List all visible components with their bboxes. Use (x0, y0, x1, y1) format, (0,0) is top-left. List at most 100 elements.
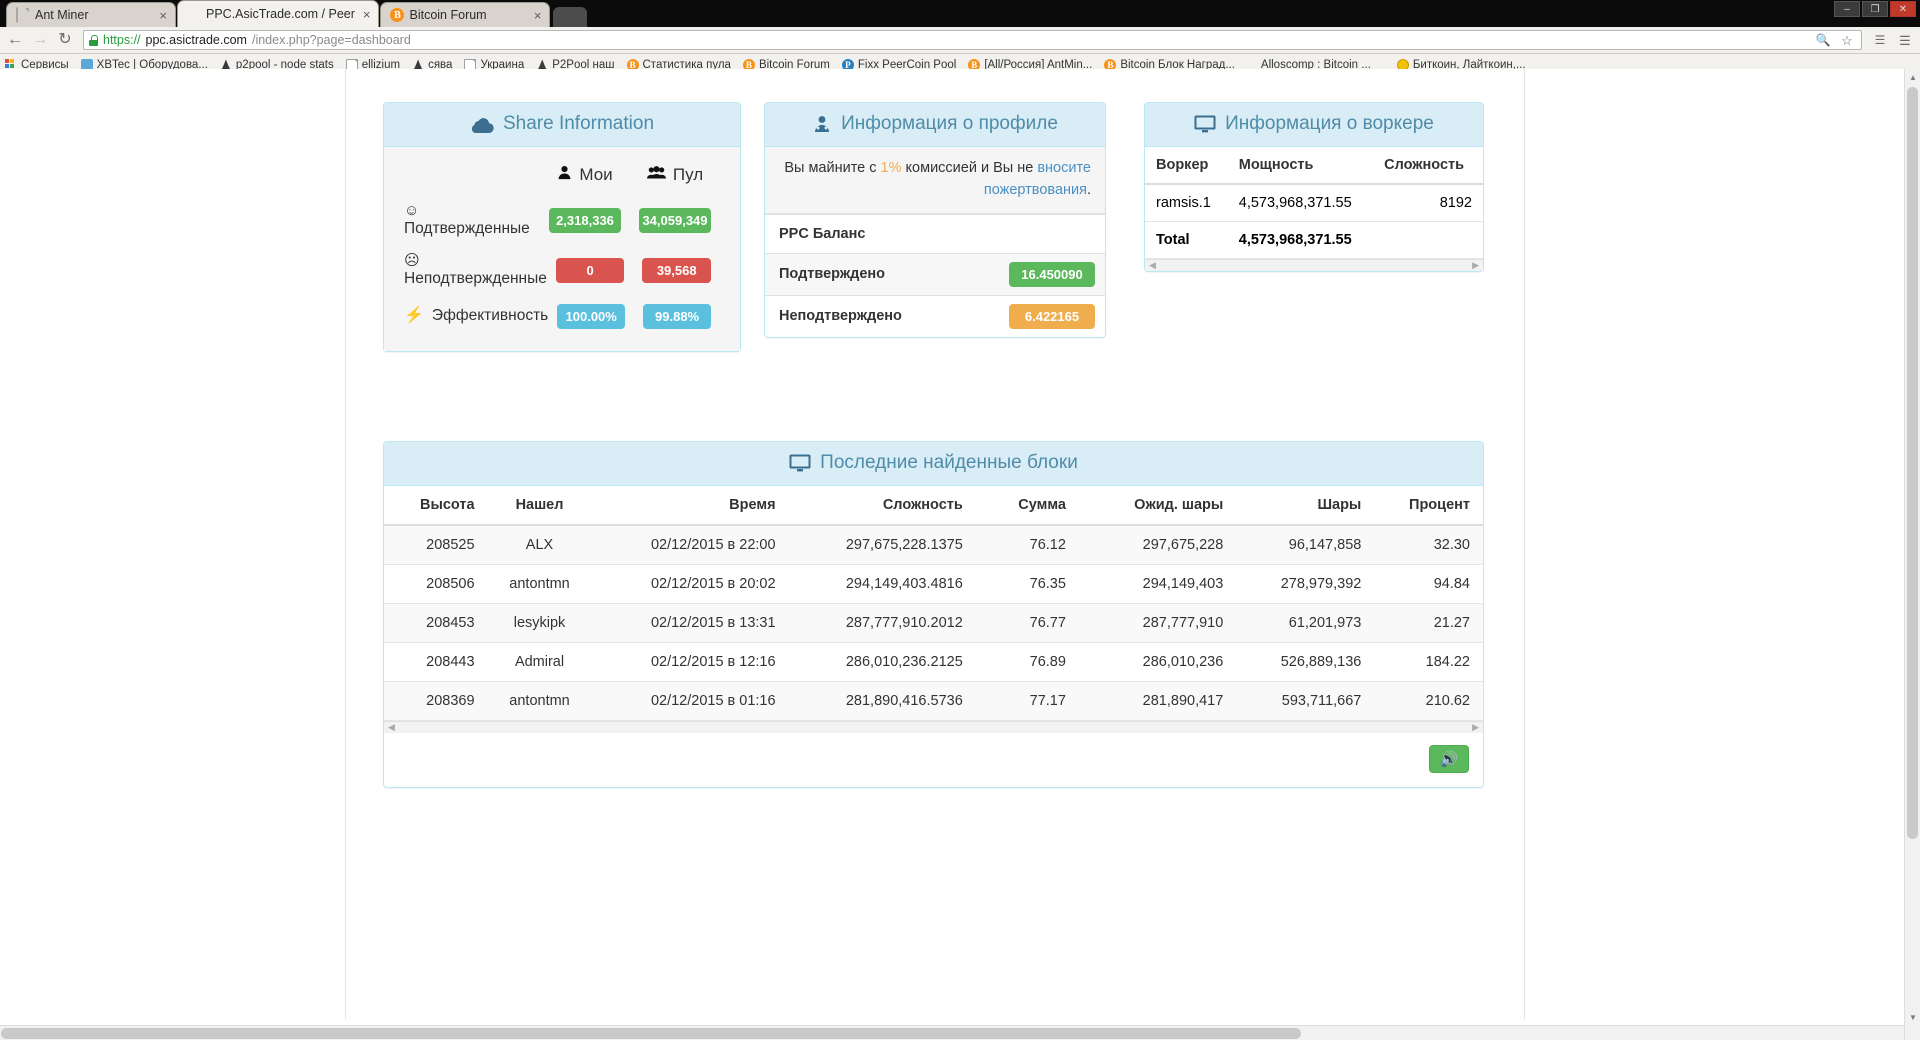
search-icon[interactable]: 🔍 (1814, 34, 1832, 46)
forward-icon[interactable]: → (31, 32, 49, 48)
table-row: 208443 Admiral 02/12/2015 в 12:16 286,01… (384, 642, 1483, 682)
back-icon[interactable]: ← (6, 32, 24, 48)
page-vertical-scrollbar[interactable]: ▲ ▼ (1904, 69, 1920, 1040)
url-scheme: https:// (103, 33, 141, 47)
block-height: 208525 (384, 525, 488, 565)
minimize-button[interactable]: – (1834, 1, 1860, 17)
table-row: ramsis.1 4,573,968,371.55 8192 (1145, 184, 1483, 222)
url-host: ppc.asictrade.com (145, 33, 247, 47)
ppc-balance-table: PPC Баланс Подтверждено 16.450090 Неподт… (765, 213, 1105, 337)
block-time: 02/12/2015 в 01:16 (591, 681, 789, 721)
page-viewport: Share Information Мои Пул ☺ Подтвержденн… (0, 69, 1920, 1040)
worker-col-difficulty: Сложность (1373, 147, 1483, 185)
balance-value-cell: 16.450090 (969, 252, 1105, 295)
table-row-total: Total 4,573,968,371.55 (1145, 221, 1483, 259)
share-panel-header: Share Information (384, 103, 740, 147)
bitcoin-icon: B (390, 8, 405, 22)
blocks-col-shares: Шары (1236, 486, 1375, 526)
balance-label: Подтверждено (765, 252, 969, 295)
page-icon (16, 7, 29, 23)
ppc-icon (187, 7, 200, 21)
browser-tab-2[interactable]: B Bitcoin Forum × (380, 2, 551, 27)
block-shares: 278,979,392 (1236, 564, 1375, 604)
block-expected: 281,890,417 (1078, 681, 1237, 721)
profile-information-panel: Информация о профиле Вы майните с 1% ком… (764, 102, 1106, 338)
user-icon (557, 165, 572, 185)
browser-tab-1[interactable]: PPC.AsicTrade.com / Peer × (177, 0, 380, 27)
vertical-scroll-thumb[interactable] (1907, 87, 1918, 839)
profile-icon (812, 115, 832, 133)
worker-panel-title: Информация о воркере (1225, 113, 1434, 134)
table-row: 208525 ALX 02/12/2015 в 22:00 297,675,22… (384, 525, 1483, 565)
share-value-mine: 0 (555, 257, 625, 283)
share-row-label: ⚡ Эффективность (404, 306, 549, 325)
smiley-icon: ☺ (404, 202, 420, 219)
frowny-icon: ☹ (404, 252, 420, 270)
scroll-down-arrow[interactable]: ▼ (1905, 1009, 1920, 1025)
share-value-mine: 2,318,336 (549, 207, 621, 233)
note-middle: комиссией и Вы не (901, 160, 1038, 176)
scroll-left-arrow[interactable]: ◀ (388, 722, 395, 733)
note-prefix: Вы майните с (784, 160, 881, 176)
table-row: 208453 lesykipk 02/12/2015 в 13:31 287,7… (384, 603, 1483, 643)
close-icon[interactable]: × (157, 9, 169, 22)
new-tab-button[interactable] (553, 7, 588, 27)
scroll-up-arrow[interactable]: ▲ (1905, 69, 1920, 85)
share-row-confirmed: ☺ Подтвержденные 2,318,336 34,059,349 (404, 202, 720, 237)
bookmark-star-icon[interactable]: ☆ (1838, 34, 1856, 47)
block-difficulty: 281,890,416.5736 (788, 681, 976, 721)
table-row: 208369 antontmn 02/12/2015 в 01:16 281,8… (384, 681, 1483, 721)
menu-icon[interactable]: ☰ (1896, 34, 1914, 47)
block-shares: 593,711,667 (1236, 681, 1375, 721)
blocks-table: Высота Нашел Время Сложность Сумма Ожид.… (384, 486, 1483, 721)
lock-icon (89, 34, 98, 46)
worker-table-scrollbar[interactable]: ◀ ▶ (1145, 259, 1483, 271)
window-controls: – ❐ ✕ (1834, 1, 1916, 17)
blocks-table-scrollbar[interactable]: ◀ ▶ (384, 721, 1483, 733)
share-panel-title: Share Information (502, 113, 655, 134)
worker-name: ramsis.1 (1145, 184, 1228, 222)
balance-title: PPC Баланс (765, 213, 1105, 253)
scroll-right-arrow[interactable]: ▶ (1472, 722, 1479, 733)
block-difficulty: 294,149,403.4816 (788, 564, 976, 604)
extension-icon[interactable]: ☰ (1871, 34, 1889, 46)
browser-titlebar: Ant Miner × PPC.AsicTrade.com / Peer × B… (0, 0, 1920, 27)
block-time: 02/12/2015 в 13:31 (591, 603, 789, 643)
worker-table: Воркер Мощность Сложность ramsis.1 4,573… (1145, 147, 1483, 259)
block-height: 208506 (384, 564, 488, 604)
worker-information-panel: Информация о воркере Воркер Мощность Сло… (1144, 102, 1484, 272)
page-horizontal-scrollbar[interactable] (0, 1025, 1904, 1040)
share-column-headers: Мои Пул (404, 155, 720, 203)
latest-blocks-panel: Последние найденные блоки Высота Нашел В… (383, 441, 1484, 788)
share-row-unconfirmed: ☹ Неподтвержденные 0 39,568 (404, 253, 720, 287)
sound-on-icon[interactable]: 🔊 (1429, 745, 1469, 773)
blocks-panel-header: Последние найденные блоки (384, 442, 1483, 486)
block-finder: ALX (487, 525, 592, 565)
address-bar[interactable]: https:// ppc.asictrade.com/index.php?page… (83, 30, 1862, 50)
share-column-label: Пул (672, 165, 704, 184)
close-window-button[interactable]: ✕ (1890, 1, 1916, 17)
page-content: Share Information Мои Пул ☺ Подтвержденн… (345, 69, 1525, 1040)
browser-window: Ant Miner × PPC.AsicTrade.com / Peer × B… (0, 0, 1920, 1040)
block-finder: Admiral (487, 642, 592, 682)
blocks-col-time: Время (591, 486, 789, 526)
scroll-left-arrow[interactable]: ◀ (1149, 260, 1156, 271)
share-value-pool: 99.88% (643, 303, 711, 329)
worker-difficulty (1373, 221, 1483, 259)
tab-title: Ant Miner (35, 8, 89, 22)
page-left-gutter (0, 69, 375, 1040)
block-shares: 526,889,136 (1236, 642, 1375, 682)
close-icon[interactable]: × (532, 9, 544, 22)
cloud-icon (470, 116, 494, 133)
close-icon[interactable]: × (361, 8, 373, 21)
blocks-col-percent: Процент (1374, 486, 1483, 526)
scroll-right-arrow[interactable]: ▶ (1472, 260, 1479, 271)
blocks-panel-title: Последние найденные блоки (820, 452, 1078, 473)
share-panel-body: Мои Пул ☺ Подтвержденные 2,318,336 34,05… (384, 147, 740, 351)
horizontal-scroll-thumb[interactable] (1, 1028, 1301, 1039)
balance-label: Неподтверждено (765, 294, 969, 337)
block-percent: 210.62 (1374, 681, 1483, 721)
maximize-button[interactable]: ❐ (1862, 1, 1888, 17)
browser-tab-0[interactable]: Ant Miner × (6, 2, 176, 27)
reload-icon[interactable]: ↻ (56, 32, 74, 48)
